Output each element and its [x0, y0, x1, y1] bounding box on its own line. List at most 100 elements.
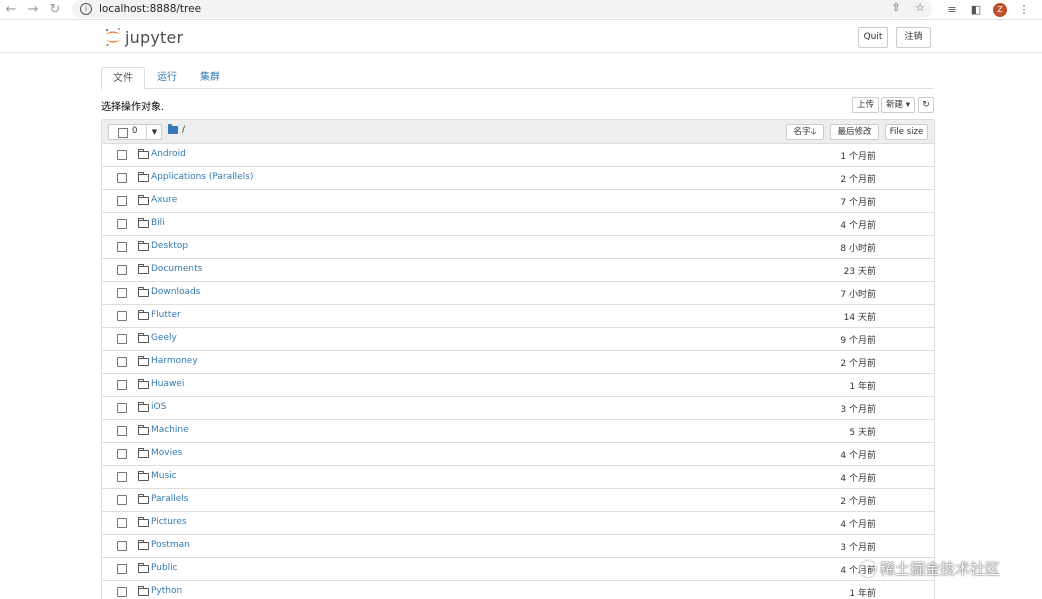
file-row[interactable]: Parallels 2 个月前 — [102, 489, 934, 512]
row-checkbox[interactable] — [117, 265, 127, 275]
select-menu-caret-icon[interactable]: ▼ — [146, 125, 162, 139]
address-bar[interactable]: i localhost:8888/tree ⇧ ☆ — [72, 0, 932, 18]
sort-name-label: 名字 — [793, 127, 811, 137]
sort-by-name-button[interactable]: 名字🡣 — [786, 124, 824, 140]
home-folder-icon[interactable] — [168, 124, 178, 134]
last-modified: 8 小时前 — [840, 244, 876, 254]
row-checkbox[interactable] — [117, 288, 127, 298]
last-modified: 4 个月前 — [840, 520, 876, 530]
forward-arrow-icon[interactable]: → — [22, 0, 44, 19]
file-row[interactable]: Music 4 个月前 — [102, 466, 934, 489]
reload-icon[interactable]: ↻ — [44, 0, 66, 19]
sort-by-size-button[interactable]: File size — [885, 124, 928, 140]
folder-link[interactable]: Postman — [151, 540, 190, 550]
new-dropdown-button[interactable]: 新建 ▾ — [881, 97, 915, 113]
file-row[interactable]: Axure 7 个月前 — [102, 190, 934, 213]
file-row[interactable]: Documents 23 天前 — [102, 259, 934, 282]
folder-link[interactable]: Downloads — [151, 287, 200, 297]
folder-link[interactable]: Python — [151, 586, 182, 596]
folder-icon — [138, 172, 149, 182]
breadcrumb[interactable]: / — [168, 124, 185, 135]
folder-link[interactable]: Pictures — [151, 517, 187, 527]
row-checkbox[interactable] — [117, 403, 127, 413]
profile-avatar[interactable]: Z — [993, 2, 1007, 17]
browser-menu-icon[interactable]: ⋮ — [1012, 3, 1036, 16]
folder-link[interactable]: Flutter — [151, 310, 181, 320]
row-checkbox[interactable] — [117, 518, 127, 528]
upload-button[interactable]: 上传 — [852, 97, 879, 113]
folder-link[interactable]: Public — [151, 563, 178, 573]
folder-link[interactable]: Applications (Parallels) — [151, 172, 253, 182]
folder-link[interactable]: Geely — [151, 333, 177, 343]
row-checkbox[interactable] — [117, 242, 127, 252]
folder-link[interactable]: Parallels — [151, 494, 188, 504]
folder-link[interactable]: Machine — [151, 425, 189, 435]
back-arrow-icon[interactable]: ← — [0, 0, 22, 19]
row-checkbox[interactable] — [117, 219, 127, 229]
sort-by-modified-button[interactable]: 最后修改 — [830, 124, 879, 140]
row-checkbox[interactable] — [117, 150, 127, 160]
file-row[interactable]: Huawei 1 年前 — [102, 374, 934, 397]
select-all-group[interactable]: 0 ▼ — [108, 124, 162, 140]
url-text[interactable]: localhost:8888/tree — [99, 3, 201, 15]
row-checkbox[interactable] — [117, 334, 127, 344]
folder-link[interactable]: Desktop — [151, 241, 188, 251]
browser-toolbar: ← → ↻ i localhost:8888/tree ⇧ ☆ ≡ ◧ Z ⋮ — [0, 0, 1042, 20]
row-checkbox[interactable] — [117, 495, 127, 505]
tab-files[interactable]: 文件 — [101, 67, 145, 90]
tab-running[interactable]: 运行 — [147, 67, 187, 88]
folder-link[interactable]: Bili — [151, 218, 165, 228]
file-row[interactable]: Movies 4 个月前 — [102, 443, 934, 466]
folder-link[interactable]: Movies — [151, 448, 182, 458]
reading-list-icon[interactable]: ≡ — [940, 3, 964, 16]
file-row[interactable]: Pictures 4 个月前 — [102, 512, 934, 535]
bookmark-star-icon[interactable]: ☆ — [908, 1, 932, 14]
folder-link[interactable]: Android — [151, 149, 186, 159]
file-row[interactable]: Machine 5 天前 — [102, 420, 934, 443]
folder-link[interactable]: Documents — [151, 264, 202, 274]
tab-clusters[interactable]: 集群 — [189, 67, 231, 88]
row-checkbox[interactable] — [117, 564, 127, 574]
folder-icon — [138, 264, 149, 274]
folder-icon — [138, 563, 149, 573]
file-row[interactable]: Applications (Parallels) 2 个月前 — [102, 167, 934, 190]
file-row[interactable]: Bili 4 个月前 — [102, 213, 934, 236]
file-row[interactable]: iOS 3 个月前 — [102, 397, 934, 420]
quit-button[interactable]: Quit — [858, 27, 888, 48]
side-panel-icon[interactable]: ◧ — [964, 3, 988, 16]
file-row[interactable]: Flutter 14 天前 — [102, 305, 934, 328]
file-row[interactable]: Python 1 年前 — [102, 581, 934, 599]
logout-button[interactable]: 注销 — [896, 27, 931, 48]
select-all-checkbox[interactable] — [118, 128, 128, 138]
file-row[interactable]: Geely 9 个月前 — [102, 328, 934, 351]
row-checkbox[interactable] — [117, 472, 127, 482]
file-row[interactable]: Harmoney 2 个月前 — [102, 351, 934, 374]
jupyter-logo[interactable]: jupyter — [104, 27, 183, 47]
folder-link[interactable]: Huawei — [151, 379, 184, 389]
watermark: 稀土掘金技术社区 — [860, 558, 1000, 579]
folder-link[interactable]: Harmoney — [151, 356, 198, 366]
row-checkbox[interactable] — [117, 426, 127, 436]
row-checkbox[interactable] — [117, 449, 127, 459]
file-row[interactable]: Postman 3 个月前 — [102, 535, 934, 558]
file-row[interactable]: Public 4 个月前 — [102, 558, 934, 581]
row-checkbox[interactable] — [117, 173, 127, 183]
row-checkbox[interactable] — [117, 357, 127, 367]
row-checkbox[interactable] — [117, 311, 127, 321]
row-checkbox[interactable] — [117, 541, 127, 551]
share-icon[interactable]: ⇧ — [884, 1, 908, 14]
site-info-icon[interactable]: i — [80, 3, 92, 15]
file-row[interactable]: Desktop 8 小时前 — [102, 236, 934, 259]
folder-link[interactable]: iOS — [151, 402, 166, 412]
arrow-down-icon: 🡣 — [810, 127, 817, 137]
folder-icon — [138, 241, 149, 251]
row-checkbox[interactable] — [117, 380, 127, 390]
row-checkbox[interactable] — [117, 196, 127, 206]
folder-link[interactable]: Music — [151, 471, 177, 481]
row-checkbox[interactable] — [117, 587, 127, 597]
refresh-button[interactable]: ↻ — [918, 97, 934, 113]
folder-link[interactable]: Axure — [151, 195, 177, 205]
folder-icon — [138, 471, 149, 481]
file-row[interactable]: Android 1 个月前 — [102, 144, 934, 167]
file-row[interactable]: Downloads 7 小时前 — [102, 282, 934, 305]
